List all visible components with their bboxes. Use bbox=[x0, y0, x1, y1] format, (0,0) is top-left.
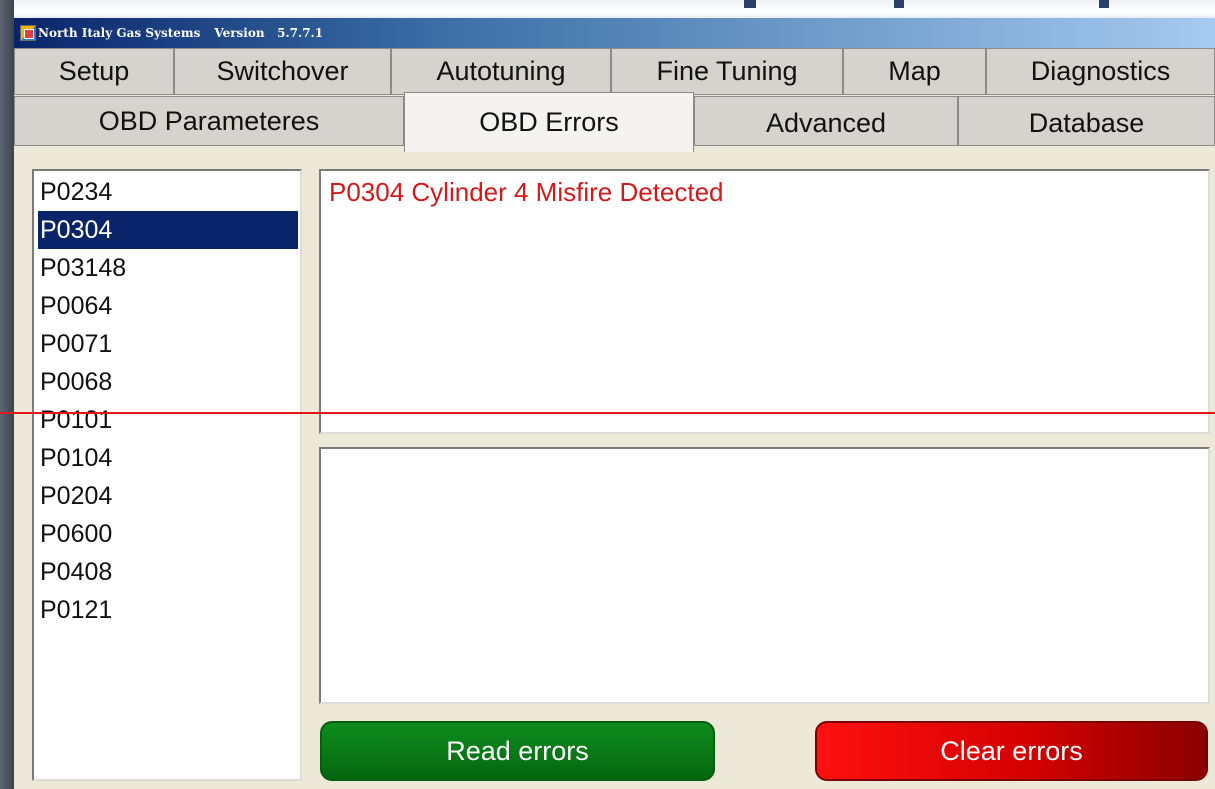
tab-diagnostics[interactable]: Diagnostics bbox=[986, 48, 1215, 95]
list-item[interactable]: P0600 bbox=[38, 515, 298, 553]
version-label: Version bbox=[214, 26, 265, 40]
error-code-list[interactable]: P0234 P0304 P03148 P0064 P0071 P0068 P01… bbox=[32, 169, 302, 781]
list-item[interactable]: P0071 bbox=[38, 325, 298, 363]
list-item[interactable]: P0064 bbox=[38, 287, 298, 325]
list-item-selected[interactable]: P0304 bbox=[38, 211, 298, 249]
tab-switchover[interactable]: Switchover bbox=[174, 48, 391, 95]
list-item[interactable]: P0104 bbox=[38, 439, 298, 477]
tab-obd-errors[interactable]: OBD Errors bbox=[404, 92, 694, 152]
list-item[interactable]: P0101 bbox=[38, 401, 298, 439]
background-decoration bbox=[744, 0, 756, 8]
error-details-box[interactable] bbox=[319, 447, 1210, 704]
clear-errors-button[interactable]: Clear errors bbox=[815, 721, 1208, 781]
version-number: 5.7.7.1 bbox=[277, 26, 324, 40]
list-item[interactable]: P03148 bbox=[38, 249, 298, 287]
app-name: North Italy Gas Systems bbox=[38, 26, 201, 40]
tab-advanced[interactable]: Advanced bbox=[694, 96, 958, 146]
error-description-text: P0304 Cylinder 4 Misfire Detected bbox=[329, 177, 724, 207]
list-item[interactable]: P0121 bbox=[38, 591, 298, 629]
background-window-edge bbox=[0, 0, 14, 789]
list-item[interactable]: P0408 bbox=[38, 553, 298, 591]
tab-map[interactable]: Map bbox=[843, 48, 986, 95]
tab-fine-tuning[interactable]: Fine Tuning bbox=[611, 48, 843, 95]
red-guide-line bbox=[0, 412, 1215, 414]
list-item[interactable]: P0068 bbox=[38, 363, 298, 401]
background-decoration bbox=[1099, 0, 1109, 8]
app-icon bbox=[20, 25, 36, 41]
tab-database[interactable]: Database bbox=[958, 96, 1215, 146]
list-item[interactable]: P0234 bbox=[38, 173, 298, 211]
error-description-box[interactable]: P0304 Cylinder 4 Misfire Detected bbox=[319, 169, 1210, 434]
tab-autotuning[interactable]: Autotuning bbox=[391, 48, 611, 95]
tab-obd-parameteres[interactable]: OBD Parameteres bbox=[14, 96, 404, 146]
background-window-top bbox=[14, 0, 1215, 18]
title-bar[interactable]: North Italy Gas Systems Version 5.7.7.1 bbox=[14, 18, 1215, 48]
window-title: North Italy Gas Systems Version 5.7.7.1 bbox=[38, 18, 323, 48]
background-decoration bbox=[894, 0, 904, 8]
read-errors-button[interactable]: Read errors bbox=[320, 721, 715, 781]
list-item[interactable]: P0204 bbox=[38, 477, 298, 515]
tab-setup[interactable]: Setup bbox=[14, 48, 174, 95]
